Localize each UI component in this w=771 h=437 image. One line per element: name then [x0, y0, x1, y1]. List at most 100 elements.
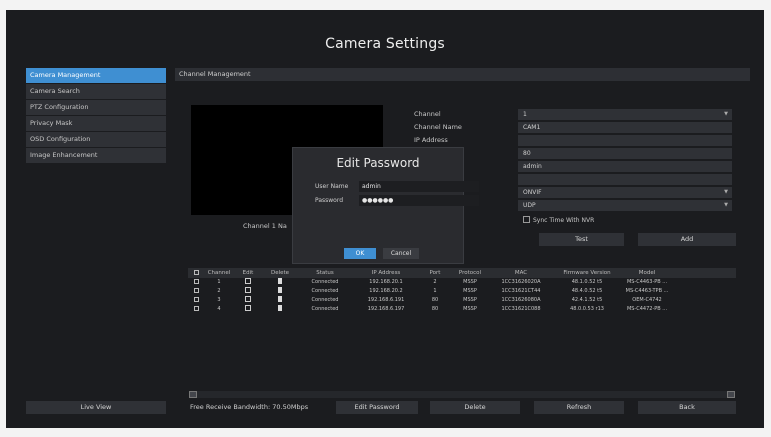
cell-port: 80 — [431, 306, 439, 312]
back-button[interactable]: Back — [638, 401, 736, 414]
delete-cell[interactable] — [262, 287, 298, 296]
chevron-down-icon: ▼ — [724, 189, 728, 195]
edit-cell[interactable] — [234, 287, 262, 296]
sync-time-checkbox[interactable] — [523, 216, 530, 223]
edit-icon[interactable] — [245, 287, 251, 293]
trash-icon[interactable] — [278, 287, 282, 293]
header-cell[interactable]: Port — [420, 268, 450, 278]
cell-firmware: 48.1.0.52 t5 — [571, 279, 603, 285]
edit-cell[interactable] — [234, 305, 262, 314]
header-cell[interactable]: Status — [298, 268, 352, 278]
camera-table: Channel Edit Delete Status IP Address Po… — [188, 268, 736, 314]
sidebar-item-camera-search[interactable]: Camera Search — [26, 84, 166, 99]
edit-cell[interactable] — [234, 296, 262, 305]
trash-icon[interactable] — [278, 278, 282, 284]
trash-icon[interactable] — [278, 296, 282, 302]
table-row[interactable]: 2 Connected 192.168.20.2 1 MSSP 1CC31621… — [188, 287, 736, 296]
cell-firmware: 48.4.0.52 t5 — [571, 288, 603, 294]
header-cell[interactable]: Protocol — [450, 268, 490, 278]
add-button[interactable]: Add — [638, 233, 736, 246]
delete-cell[interactable] — [262, 278, 298, 287]
trash-icon[interactable] — [278, 305, 282, 311]
username-input[interactable]: admin — [518, 161, 732, 172]
edit-icon[interactable] — [245, 278, 251, 284]
row-checkbox[interactable] — [188, 287, 204, 296]
sidebar: Camera Management Camera Search PTZ Conf… — [26, 68, 166, 164]
channel-select[interactable]: 1 ▼ — [518, 109, 732, 120]
preview-label: Channel 1 Na — [243, 222, 287, 230]
chevron-down-icon: ▼ — [724, 111, 728, 117]
checkbox-icon — [193, 306, 199, 311]
horizontal-scrollbar[interactable] — [189, 391, 735, 398]
row-checkbox[interactable] — [188, 278, 204, 287]
form-row-channel: Channel 1 ▼ — [414, 108, 732, 121]
cell-ip: 192.168.20.1 — [369, 279, 403, 285]
cell-protocol: MSSP — [463, 297, 477, 303]
cancel-button[interactable]: Cancel — [383, 248, 419, 259]
sync-time-option[interactable]: Sync Time With NVR — [523, 216, 594, 224]
cell-model: OEM-C4742 — [632, 297, 662, 303]
page-title: Camera Settings — [325, 36, 445, 52]
dialog-username-row: User Name admin — [315, 181, 479, 192]
edit-password-dialog: Edit Password User Name admin Password ●… — [292, 147, 479, 264]
password-input[interactable] — [518, 174, 732, 185]
sync-time-label: Sync Time With NVR — [533, 217, 595, 224]
row-checkbox[interactable] — [188, 296, 204, 305]
ok-button[interactable]: OK — [344, 248, 376, 259]
test-button[interactable]: Test — [539, 233, 624, 246]
cell-model: MS-C4472-PB ... — [626, 306, 668, 312]
header-cell[interactable]: IP Address — [352, 268, 420, 278]
bandwidth-status: Free Receive Bandwidth: 70.50Mbps — [190, 403, 309, 411]
port-input[interactable]: 80 — [518, 148, 732, 159]
protocol-select[interactable]: ONVIF ▼ — [518, 187, 732, 198]
sidebar-item-osd-configuration[interactable]: OSD Configuration — [26, 132, 166, 147]
live-view-button[interactable]: Live View — [26, 401, 166, 414]
sidebar-item-ptz-configuration[interactable]: PTZ Configuration — [26, 100, 166, 115]
transfer-protocol-select[interactable]: UDP ▼ — [518, 200, 732, 211]
header-cell[interactable]: Firmware Version — [552, 268, 622, 278]
header-cell[interactable]: Channel — [204, 268, 234, 278]
header-cell: Edit — [242, 270, 254, 276]
edit-password-button[interactable]: Edit Password — [336, 401, 418, 414]
section-header: Channel Management — [175, 68, 750, 81]
cell-ip: 192.168.20.2 — [369, 288, 403, 294]
ip-address-input[interactable] — [518, 135, 732, 146]
delete-cell[interactable] — [262, 296, 298, 305]
chevron-down-icon: ▼ — [724, 202, 728, 208]
sidebar-item-privacy-mask[interactable]: Privacy Mask — [26, 116, 166, 131]
cell-protocol: MSSP — [463, 306, 477, 312]
header-cell[interactable]: Model — [622, 268, 672, 278]
channel-name-input[interactable]: CAM1 — [518, 122, 732, 133]
refresh-button[interactable]: Refresh — [534, 401, 624, 414]
scrollbar-thumb[interactable] — [189, 391, 197, 398]
username-label: User Name — [315, 183, 349, 190]
header-select-all[interactable] — [188, 268, 204, 278]
cell-port: 80 — [431, 297, 439, 303]
dialog-username-field[interactable]: admin — [359, 181, 479, 192]
checkbox-icon — [193, 297, 199, 302]
sidebar-item-image-enhancement[interactable]: Image Enhancement — [26, 148, 166, 163]
table-row[interactable]: 4 Connected 192.168.6.197 80 MSSP 1CC316… — [188, 305, 736, 314]
cell-status: Connected — [311, 279, 339, 285]
edit-icon[interactable] — [245, 305, 251, 311]
checkbox-icon — [193, 279, 199, 284]
table-row[interactable]: 1 Connected 192.168.20.1 2 MSSP 1CC31626… — [188, 278, 736, 287]
delete-button[interactable]: Delete — [430, 401, 520, 414]
edit-cell[interactable] — [234, 278, 262, 287]
form-row-channel-name: Channel Name CAM1 — [414, 121, 732, 134]
dialog-title: Edit Password — [336, 156, 420, 170]
edit-icon[interactable] — [245, 296, 251, 302]
scrollbar-right-arrow[interactable] — [727, 391, 735, 398]
cell-status: Connected — [311, 306, 339, 312]
form-row-ip-address: IP Address — [414, 134, 732, 147]
dialog-password-field[interactable]: ●●●●●● — [359, 195, 479, 206]
header-cell[interactable]: MAC — [490, 268, 552, 278]
header-cell: Delete — [270, 270, 290, 276]
row-checkbox[interactable] — [188, 305, 204, 314]
dialog-password-row: Password ●●●●●● — [315, 195, 479, 206]
delete-cell[interactable] — [262, 305, 298, 314]
checkbox-icon — [193, 288, 199, 293]
sidebar-item-camera-management[interactable]: Camera Management — [26, 68, 166, 83]
table-row[interactable]: 3 Connected 192.168.6.191 80 MSSP 1CC316… — [188, 296, 736, 305]
cell-port: 1 — [433, 288, 437, 294]
